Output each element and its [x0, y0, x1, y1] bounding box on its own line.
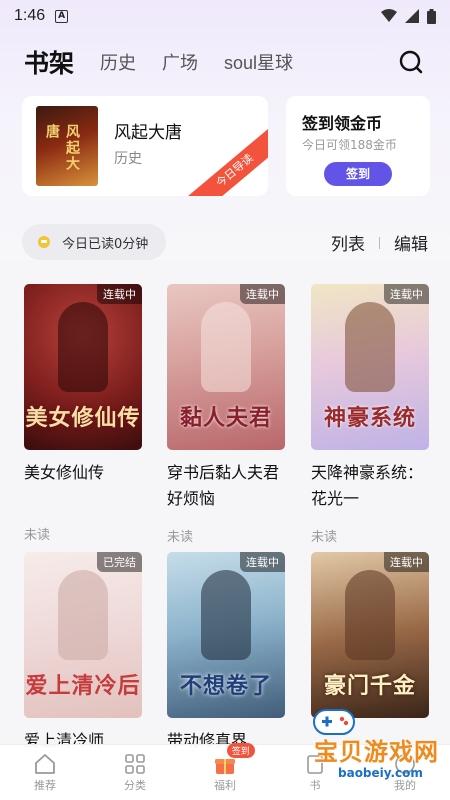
cover-figure — [345, 570, 395, 660]
book-item[interactable]: 已完结 爱上清冷后 爱上清冷师 — [24, 552, 152, 754]
cover-figure — [201, 302, 251, 392]
book-cover: 连载中 神豪系统 — [311, 284, 429, 450]
book-title: 美女修仙传 — [24, 463, 105, 482]
book-title: 穿书后黏人夫君好烦恼 — [167, 463, 280, 508]
watermark-url: baobeiy.com — [338, 766, 423, 780]
book-item[interactable]: 连载中 豪门千金 — [311, 552, 439, 718]
book-item[interactable]: 连载中 黏人夫君 穿书后黏人夫君好烦恼 未读 — [167, 284, 295, 545]
nav-badge: 签到 — [226, 743, 255, 758]
cover-title: 神豪系统 — [323, 405, 416, 431]
cover-title: 爱上清冷后 — [25, 673, 141, 699]
tab-soul-planet[interactable]: soul星球 — [224, 49, 293, 75]
book-read-status: 未读 — [311, 530, 338, 545]
book-cover: 连载中 黏人夫君 — [167, 284, 285, 450]
watermark: 宝贝游戏网 baobeiy.com — [276, 704, 444, 788]
book-title: 天降神豪系统：花光一 — [311, 463, 424, 508]
notification-icon: A — [55, 9, 69, 23]
book-item[interactable]: 连载中 美女修仙传 美女修仙传 未读 — [24, 284, 152, 543]
tab-bookshelf[interactable]: 书架 — [24, 44, 74, 80]
book-read-status: 未读 — [167, 530, 194, 545]
book-item[interactable]: 连载中 神豪系统 天降神豪系统：花光一 未读 — [311, 284, 439, 545]
signin-subtitle: 今日可领188金币 — [302, 138, 397, 152]
status-bar: 1:46 A — [0, 0, 450, 32]
top-tabs: 书架 历史 广场 soul星球 — [0, 40, 450, 84]
recent-book-card[interactable]: 风起大唐 风起大唐 历史 今日导读 — [22, 96, 268, 196]
signin-title: 签到领金币 — [302, 114, 383, 133]
cover-figure — [201, 570, 251, 660]
nav-label: 分类 — [124, 778, 146, 792]
search-icon — [399, 50, 423, 74]
cover-title: 豪门千金 — [323, 673, 416, 699]
signal-icon — [405, 9, 419, 23]
recent-book-cover: 风起大唐 — [36, 106, 98, 186]
recent-book-genre: 历史 — [114, 151, 142, 167]
battery-icon — [427, 8, 436, 24]
tab-plaza[interactable]: 广场 — [162, 49, 198, 75]
cover-figure — [58, 302, 108, 392]
watermark-text: 宝贝游戏网 — [314, 738, 439, 766]
status-icons — [381, 8, 436, 24]
nav-item-welfare[interactable]: 签到 福利 — [180, 743, 270, 800]
status-badge: 连载中 — [240, 284, 285, 304]
recent-cover-text: 风起大唐 — [44, 124, 80, 172]
list-view-button[interactable]: 列表 — [331, 230, 365, 255]
reading-time-pill: 今日已读0分钟 — [22, 224, 166, 260]
nav-label: 推荐 — [34, 778, 56, 792]
status-badge: 连载中 — [384, 284, 429, 304]
status-badge: 连载中 — [384, 552, 429, 572]
book-cover: 连载中 不想卷了 — [167, 552, 285, 718]
view-actions: 列表 编辑 — [331, 230, 428, 255]
signin-button[interactable]: 签到 — [324, 162, 392, 186]
book-cover: 连载中 豪门千金 — [311, 552, 429, 718]
cover-title: 美女修仙传 — [25, 405, 141, 431]
nav-label: 福利 — [214, 778, 236, 792]
status-time: 1:46 — [14, 7, 46, 24]
home-icon — [35, 753, 55, 774]
cover-title: 黏人夫君 — [179, 405, 272, 431]
nav-item-recommend[interactable]: 推荐 — [0, 745, 90, 800]
grid-icon — [125, 753, 145, 774]
cover-figure — [345, 302, 395, 392]
recent-book-title: 风起大唐 — [114, 123, 182, 143]
coin-icon — [38, 236, 50, 248]
book-cover: 连载中 美女修仙传 — [24, 284, 142, 450]
search-button[interactable] — [396, 47, 426, 77]
reading-time-text: 今日已读0分钟 — [62, 236, 149, 252]
book-cover: 已完结 爱上清冷后 — [24, 552, 142, 718]
today-ribbon: 今日导读 — [185, 127, 268, 196]
edit-button[interactable]: 编辑 — [394, 230, 428, 255]
status-badge: 已完结 — [97, 552, 142, 572]
cover-title: 不想卷了 — [179, 673, 272, 699]
nav-item-category[interactable]: 分类 — [90, 745, 180, 800]
book-read-status: 未读 — [24, 528, 51, 543]
divider — [379, 236, 380, 249]
status-badge: 连载中 — [97, 284, 142, 304]
tab-history[interactable]: 历史 — [100, 49, 136, 75]
wifi-icon — [381, 9, 397, 22]
status-badge: 连载中 — [240, 552, 285, 572]
cover-figure — [58, 570, 108, 660]
signin-card: 签到领金币 今日可领188金币 签到 — [286, 96, 430, 196]
